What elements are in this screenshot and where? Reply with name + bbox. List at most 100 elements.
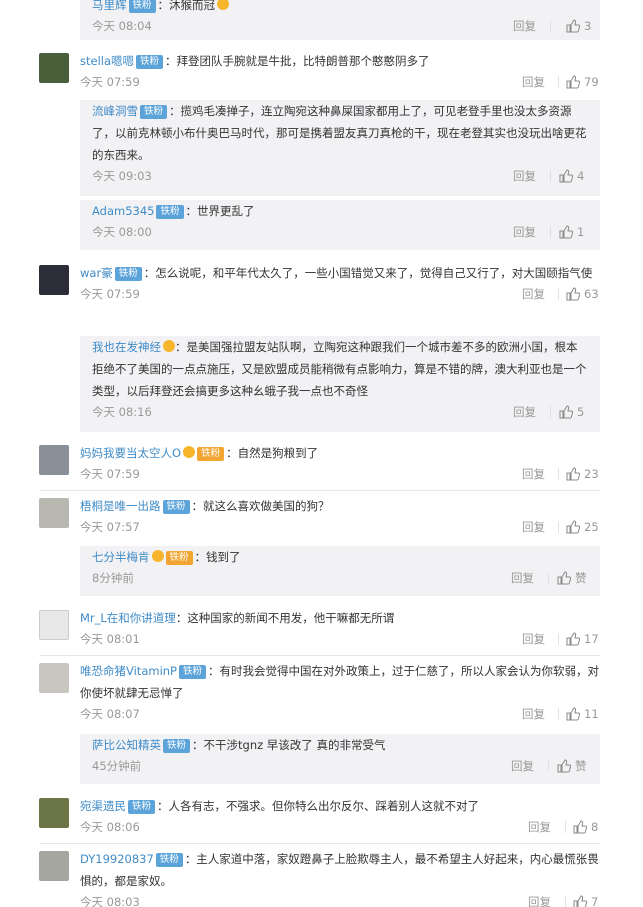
reply-button[interactable]: 回复: [513, 166, 536, 186]
timestamp: 今天 08:00: [92, 225, 152, 239]
comment-text: ：怎么说呢，和平年代太久了，一些小国错觉又来了，觉得自己又行了，对大国颐指气使: [143, 266, 593, 280]
fan-badge: 铁粉: [165, 551, 193, 565]
username[interactable]: Mr_L在和你讲道理: [80, 611, 176, 625]
reply-item: 萨比公知精英 铁粉 ：不干涉tgnz 早该改了 真的非常受气 45分钟前 回复 赞: [80, 734, 600, 784]
divider: [40, 843, 600, 844]
reply-button[interactable]: 回复: [522, 704, 545, 724]
reply-item: 我也在发神经 ：是美国强拉盟友站队啊，立陶宛这种跟我们一个城市差不多的欧洲小国，根…: [80, 336, 600, 432]
comment-text: ：自然是狗粮到了: [226, 446, 319, 460]
like-button[interactable]: 25: [566, 517, 599, 537]
username[interactable]: 唯恐命猪VitaminP: [80, 664, 177, 678]
thumbs-up-icon: [573, 895, 587, 907]
username[interactable]: stella嗯嗯: [80, 54, 134, 68]
timestamp: 今天 07:59: [80, 467, 140, 481]
like-button[interactable]: 4: [559, 166, 584, 186]
reply-button[interactable]: 回复: [522, 464, 545, 484]
thumbs-up-icon: [557, 759, 571, 773]
divider: [558, 468, 559, 480]
like-button[interactable]: 3: [566, 16, 591, 36]
timestamp: 今天 08:16: [92, 405, 152, 419]
divider: [550, 170, 551, 182]
like-button[interactable]: 赞: [557, 568, 587, 588]
reply-button[interactable]: 回复: [513, 222, 536, 242]
avatar[interactable]: [39, 445, 69, 475]
reply-button[interactable]: 回复: [522, 517, 545, 537]
thumbs-up-icon: [566, 19, 580, 33]
like-button[interactable]: 7: [573, 892, 598, 907]
username[interactable]: 马里辉: [92, 0, 127, 12]
like-button[interactable]: 23: [566, 464, 599, 484]
avatar[interactable]: [39, 663, 69, 693]
username[interactable]: 萨比公知精英: [92, 738, 161, 752]
divider: [550, 406, 551, 418]
fan-badge: 铁粉: [179, 665, 207, 679]
like-button[interactable]: 1: [559, 222, 584, 242]
reply-button[interactable]: 回复: [522, 629, 545, 649]
timestamp: 今天 07:59: [80, 75, 140, 89]
avatar[interactable]: [39, 53, 69, 83]
reply-item: 马里辉 铁粉 ：沐猴而冠 今天 08:04 回复 3: [80, 0, 600, 40]
like-button[interactable]: 8: [573, 817, 598, 837]
reply-item: 流峰洞雪 铁粉 ：揽鸡毛凑掸子，连立陶宛这种鼻屎国家都用上了，可见老登手里也没太多资…: [80, 100, 600, 196]
divider: [550, 20, 551, 32]
timestamp: 今天 08:04: [92, 19, 152, 33]
thumbs-up-icon: [566, 632, 580, 646]
like-button[interactable]: 赞: [557, 756, 587, 776]
thumbs-up-icon: [566, 520, 580, 534]
comment-text: ：就这么喜欢做美国的狗？: [191, 499, 330, 513]
divider: [558, 521, 559, 533]
timestamp: 8分钟前: [92, 571, 134, 585]
reply-button[interactable]: 回复: [528, 892, 551, 907]
like-count: 17: [584, 632, 599, 646]
avatar[interactable]: [39, 851, 69, 881]
divider: [40, 655, 600, 656]
comment-text: ：这种国家的新闻不用发，他干嘛都无所谓: [175, 611, 395, 625]
timestamp: 今天 08:01: [80, 632, 140, 646]
username[interactable]: 我也在发神经: [92, 340, 161, 354]
username[interactable]: war豪: [80, 266, 113, 280]
fan-badge: 铁粉: [128, 800, 156, 814]
avatar[interactable]: [39, 610, 69, 640]
thumbs-up-icon: [566, 75, 580, 89]
like-button[interactable]: 63: [566, 284, 599, 304]
vip-icon: [183, 446, 196, 458]
like-count: 7: [591, 895, 599, 907]
username[interactable]: 宛渠遗民: [80, 799, 126, 813]
avatar[interactable]: [39, 498, 69, 528]
reply-button[interactable]: 回复: [522, 284, 545, 304]
like-count: 23: [584, 467, 599, 481]
like-button[interactable]: 5: [559, 402, 584, 422]
reply-button[interactable]: 回复: [528, 817, 551, 837]
thumbs-up-icon: [557, 571, 571, 585]
timestamp: 今天 07:59: [80, 287, 140, 301]
thumbs-up-icon: [566, 707, 580, 721]
like-button[interactable]: 11: [566, 704, 599, 724]
username[interactable]: 梧桐是唯一出路: [80, 499, 161, 513]
username[interactable]: 流峰洞雪: [92, 104, 138, 118]
username[interactable]: 妈妈我要当太空人O: [80, 446, 181, 460]
like-count: 8: [591, 820, 599, 834]
fan-badge: 铁粉: [114, 267, 142, 281]
reply-button[interactable]: 回复: [511, 568, 534, 588]
like-count: 79: [584, 75, 599, 89]
divider: [548, 760, 549, 772]
emoji-icon: [217, 0, 230, 10]
vip-icon: [163, 340, 175, 352]
reply-button[interactable]: 回复: [522, 72, 545, 92]
like-button[interactable]: 79: [566, 72, 599, 92]
reply-button[interactable]: 回复: [513, 402, 536, 422]
like-button[interactable]: 17: [566, 629, 599, 649]
timestamp: 45分钟前: [92, 759, 142, 773]
divider: [550, 226, 551, 238]
avatar[interactable]: [39, 798, 69, 828]
reply-button[interactable]: 回复: [511, 756, 534, 776]
like-count: 5: [577, 405, 585, 419]
username[interactable]: 七分半梅肯: [92, 550, 150, 564]
username[interactable]: Adam5345: [92, 204, 154, 218]
like-count: 11: [584, 707, 599, 721]
thumbs-up-icon: [566, 287, 580, 301]
fan-badge: 铁粉: [155, 853, 183, 867]
avatar[interactable]: [39, 265, 69, 295]
username[interactable]: DY19920837: [80, 852, 154, 866]
reply-button[interactable]: 回复: [513, 16, 536, 36]
